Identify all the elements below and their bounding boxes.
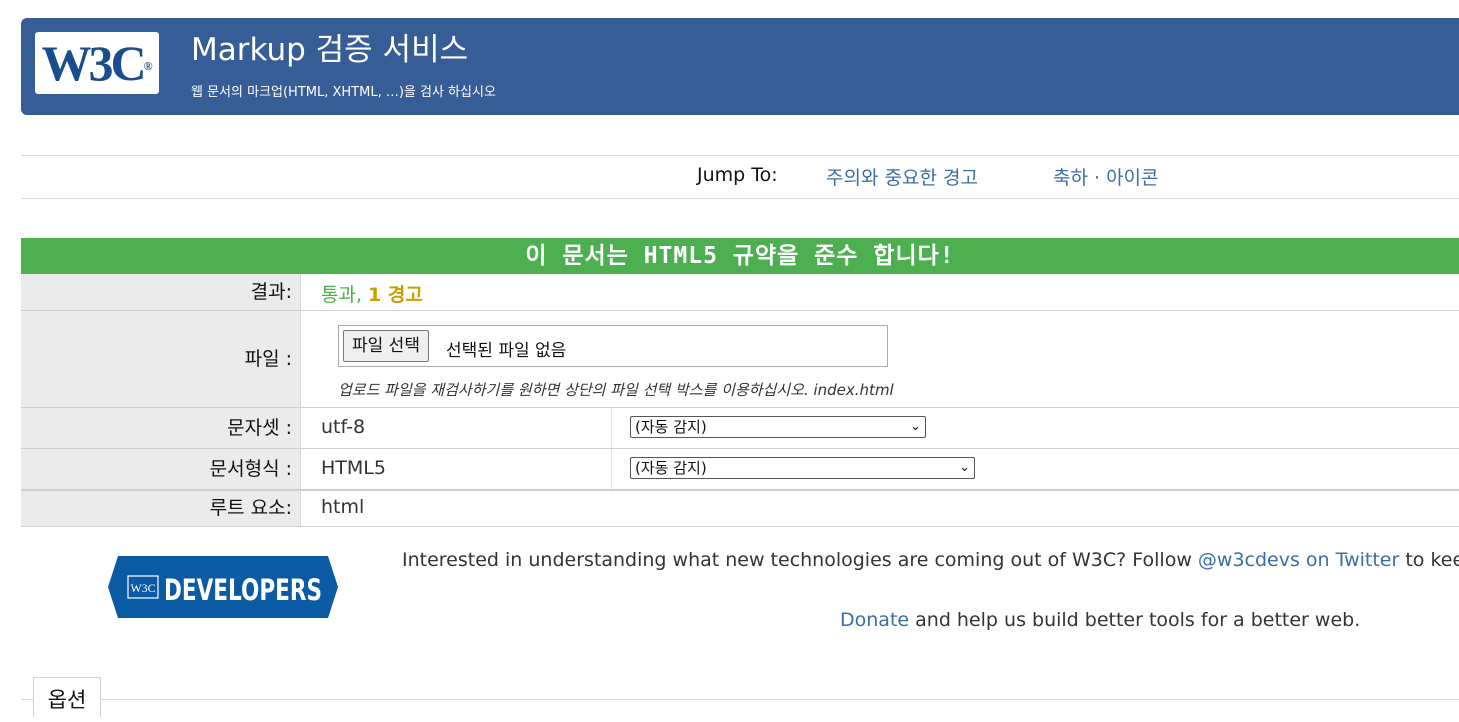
root-label: 루트 요소:: [21, 491, 301, 526]
options-divider: [21, 699, 1459, 700]
w3c-logo[interactable]: W3C ®: [35, 32, 159, 94]
promo-text: Interested in understanding what new tec…: [402, 549, 1459, 571]
promo-text-before: Interested in understanding what new tec…: [402, 549, 1198, 571]
result-label: 결과:: [21, 274, 301, 310]
result-warning-link[interactable]: 1 경고: [368, 284, 423, 306]
twitter-link[interactable]: @w3cdevs on Twitter: [1198, 549, 1399, 571]
developers-logo-text: DEVELOPERS: [164, 573, 322, 607]
page-subtitle: 웹 문서의 마크업(HTML, XHTML, …)을 검사 하십시오: [191, 85, 496, 100]
w3c-logo-mark: ®: [143, 58, 153, 73]
donate-text: Donate and help us build better tools fo…: [840, 609, 1360, 631]
doctype-select[interactable]: (자동 감지) ⌄: [630, 457, 975, 479]
chevron-down-icon: ⌄: [959, 460, 970, 475]
header-banner: W3C ® Markup 검증 서비스 웹 문서의 마크업(HTML, XHTML…: [21, 18, 1459, 115]
result-row: 결과: 통과, 1 경고: [21, 274, 1459, 311]
file-input[interactable]: 파일 선택 선택된 파일 없음: [338, 325, 888, 367]
developers-badge-text: W3C: [130, 581, 155, 595]
donate-link[interactable]: Donate: [840, 609, 909, 631]
charset-select[interactable]: (자동 감지) ⌄: [630, 416, 926, 438]
result-value: 통과, 1 경고: [321, 280, 423, 307]
w3c-developers-logo[interactable]: W3C DEVELOPERS: [108, 556, 338, 618]
column-divider: [611, 408, 612, 448]
charset-value: utf-8: [321, 416, 366, 438]
charset-select-value: (자동 감지): [635, 418, 707, 436]
donate-text-rest: and help us build better tools for a bet…: [909, 609, 1361, 631]
chevron-down-icon: ⌄: [910, 419, 921, 434]
result-banner: 이 문서는 HTML5 규약을 준수 합니다!: [21, 238, 1459, 274]
file-hint: 업로드 파일을 재검사하기를 원하면 상단의 파일 선택 박스를 이용하십시오.…: [338, 381, 894, 399]
page-title[interactable]: Markup 검증 서비스: [191, 32, 468, 69]
promo-text-after: to keep: [1405, 549, 1459, 571]
file-row: 파일 : 파일 선택 선택된 파일 없음 업로드 파일을 재검사하기를 원하면 …: [21, 311, 1459, 408]
doctype-select-value: (자동 감지): [635, 459, 707, 477]
doctype-value: HTML5: [321, 457, 386, 479]
result-pass: 통과,: [321, 284, 362, 306]
root-value: html: [321, 496, 365, 518]
file-status-text: 선택된 파일 없음: [446, 341, 567, 361]
jump-link-warnings[interactable]: 주의와 중요한 경고: [826, 163, 978, 190]
tab-options[interactable]: 옵션: [33, 677, 101, 717]
w3c-logo-text: W3C: [41, 35, 146, 91]
charset-row: 문자셋 : utf-8 (자동 감지) ⌄: [21, 408, 1459, 449]
file-label: 파일 :: [21, 311, 301, 407]
column-divider: [611, 449, 612, 489]
doctype-row: 문서형식 : HTML5 (자동 감지) ⌄: [21, 449, 1459, 491]
jump-to-bar: Jump To: 주의와 중요한 경고 축하 · 아이콘: [21, 155, 1459, 199]
jump-to-label: Jump To:: [697, 164, 778, 186]
charset-label: 문자셋 :: [21, 408, 301, 448]
root-row: 루트 요소: html: [21, 491, 1459, 527]
jump-link-icons[interactable]: 축하 · 아이콘: [1053, 163, 1159, 190]
doctype-label: 문서형식 :: [21, 449, 301, 489]
choose-file-button[interactable]: 파일 선택: [343, 330, 429, 362]
